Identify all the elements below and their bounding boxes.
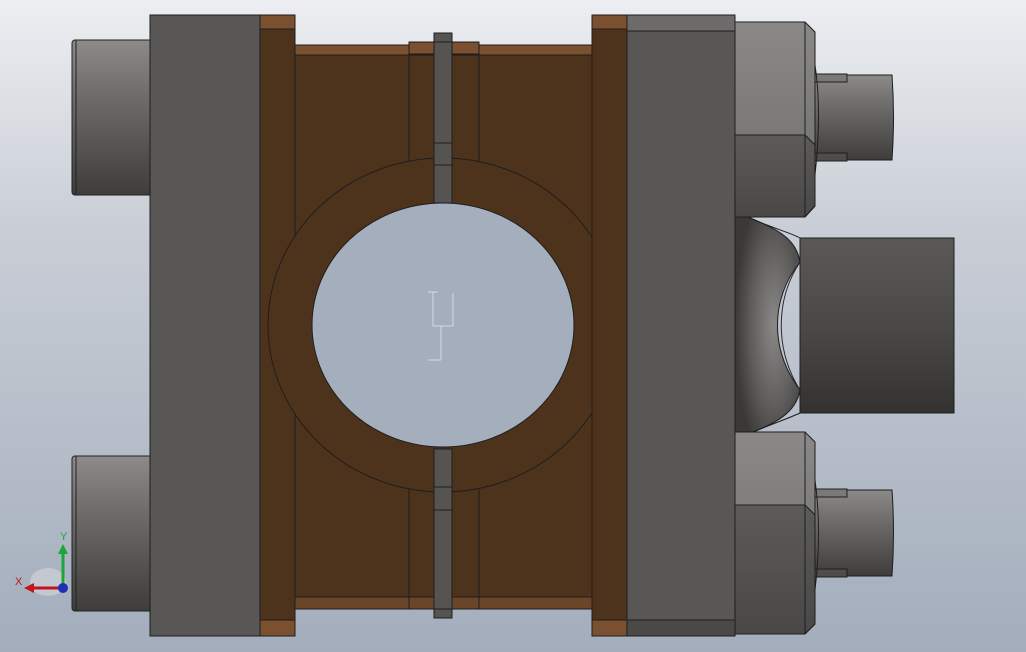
axis-x-label: X: [15, 576, 23, 588]
bolt-top-left[interactable]: [71, 39, 153, 196]
pipe-bore: [311, 202, 575, 448]
nut-top-right[interactable]: [734, 21, 894, 218]
right-clamp-strip[interactable]: [591, 14, 628, 637]
pipe-stub[interactable]: [734, 209, 955, 441]
graphics-viewport[interactable]: X Y: [0, 0, 1026, 652]
coordinate-triad-icon: [24, 544, 68, 596]
left-plate[interactable]: [149, 14, 261, 637]
pipe-stub-icon: [799, 237, 955, 414]
bolt-icon: [71, 39, 153, 196]
model-view[interactable]: [0, 0, 1026, 652]
pipe-neck: [734, 209, 801, 441]
right-plate[interactable]: [626, 14, 736, 637]
axis-y-label: Y: [60, 531, 68, 543]
bolt-icon: [71, 455, 153, 612]
separator-bar-bottom[interactable]: [433, 448, 453, 619]
separator-bar-top[interactable]: [433, 32, 453, 204]
bolt-bottom-left[interactable]: [71, 455, 153, 612]
nut-bottom-right[interactable]: [734, 431, 894, 635]
